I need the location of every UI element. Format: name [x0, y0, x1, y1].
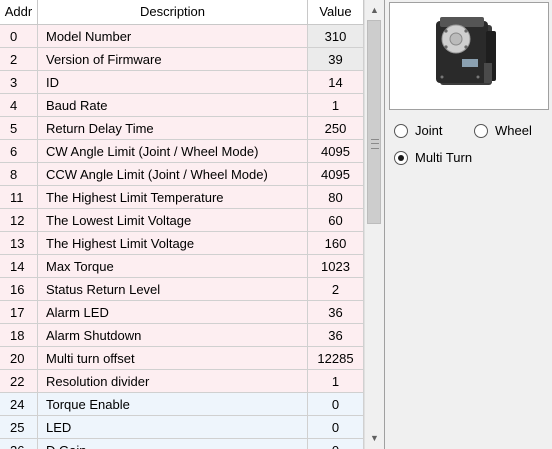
- row-description: Version of Firmware: [38, 48, 308, 71]
- row-description: The Highest Limit Voltage: [38, 232, 308, 255]
- row-value[interactable]: 310: [308, 25, 364, 48]
- row-value[interactable]: 36: [308, 324, 364, 347]
- mode-joint-label: Joint: [415, 123, 443, 138]
- row-addr: 5: [0, 117, 38, 140]
- row-addr: 13: [0, 232, 38, 255]
- row-addr: 12: [0, 209, 38, 232]
- header-description[interactable]: Description: [38, 0, 308, 24]
- table-row[interactable]: 0 Model Number 310: [0, 25, 364, 48]
- row-addr: 18: [0, 324, 38, 347]
- row-description: Return Delay Time: [38, 117, 308, 140]
- row-description: Multi turn offset: [38, 347, 308, 370]
- row-description: Alarm Shutdown: [38, 324, 308, 347]
- row-description: Model Number: [38, 25, 308, 48]
- row-description: The Lowest Limit Voltage: [38, 209, 308, 232]
- mode-joint-radio[interactable]: Joint: [394, 122, 442, 140]
- row-value[interactable]: 2: [308, 278, 364, 301]
- servo-motor-icon: [436, 17, 496, 85]
- row-description: Resolution divider: [38, 370, 308, 393]
- table-row[interactable]: 5 Return Delay Time 250: [0, 117, 364, 140]
- row-description: Alarm LED: [38, 301, 308, 324]
- row-description: ID: [38, 71, 308, 94]
- row-description: Torque Enable: [38, 393, 308, 416]
- row-value[interactable]: 14: [308, 71, 364, 94]
- row-addr: 16: [0, 278, 38, 301]
- mode-multi-turn-radio[interactable]: Multi Turn: [394, 149, 472, 167]
- table-row[interactable]: 17 Alarm LED 36: [0, 301, 364, 324]
- row-value[interactable]: 0: [308, 393, 364, 416]
- row-addr: 14: [0, 255, 38, 278]
- row-addr: 24: [0, 393, 38, 416]
- row-value[interactable]: 12285: [308, 347, 364, 370]
- table-row[interactable]: 16 Status Return Level 2: [0, 278, 364, 301]
- mode-multi-turn-label: Multi Turn: [415, 150, 473, 165]
- row-addr: 26: [0, 439, 38, 449]
- control-table-grid[interactable]: Addr Description Value 0 Model Number 310 2…: [0, 0, 385, 449]
- mode-wheel-label: Wheel: [495, 123, 532, 138]
- row-addr: 11: [0, 186, 38, 209]
- table-row[interactable]: 2 Version of Firmware 39: [0, 48, 364, 71]
- mode-wheel-radio[interactable]: Wheel: [474, 122, 532, 140]
- row-value[interactable]: 160: [308, 232, 364, 255]
- row-description: The Highest Limit Temperature: [38, 186, 308, 209]
- row-addr: 3: [0, 71, 38, 94]
- header-value[interactable]: Value: [308, 0, 364, 24]
- row-addr: 20: [0, 347, 38, 370]
- grip-icon: [371, 139, 379, 149]
- row-addr: 6: [0, 140, 38, 163]
- row-value[interactable]: 60: [308, 209, 364, 232]
- row-value[interactable]: 39: [308, 48, 364, 71]
- row-value[interactable]: 250: [308, 117, 364, 140]
- row-addr: 0: [0, 25, 38, 48]
- row-description: Baud Rate: [38, 94, 308, 117]
- row-value[interactable]: 80: [308, 186, 364, 209]
- table-row[interactable]: 13 The Highest Limit Voltage 160: [0, 232, 364, 255]
- grid-header: Addr Description Value: [0, 0, 364, 25]
- row-description: CW Angle Limit (Joint / Wheel Mode): [38, 140, 308, 163]
- row-value[interactable]: 4095: [308, 163, 364, 186]
- row-value[interactable]: 1023: [308, 255, 364, 278]
- table-row[interactable]: 24 Torque Enable 0: [0, 393, 364, 416]
- scrollbar-thumb[interactable]: [367, 20, 381, 224]
- row-description: D Gain: [38, 439, 308, 449]
- radio-checked-icon: [394, 151, 408, 165]
- table-row[interactable]: 18 Alarm Shutdown 36: [0, 324, 364, 347]
- row-description: LED: [38, 416, 308, 439]
- scroll-down-arrow-icon[interactable]: ▼: [365, 430, 384, 447]
- row-description: CCW Angle Limit (Joint / Wheel Mode): [38, 163, 308, 186]
- row-addr: 22: [0, 370, 38, 393]
- table-row[interactable]: 25 LED 0: [0, 416, 364, 439]
- table-row[interactable]: 8 CCW Angle Limit (Joint / Wheel Mode) 409…: [0, 163, 364, 186]
- table-row[interactable]: 12 The Lowest Limit Voltage 60: [0, 209, 364, 232]
- table-row[interactable]: 6 CW Angle Limit (Joint / Wheel Mode) 4095: [0, 140, 364, 163]
- row-addr: 25: [0, 416, 38, 439]
- row-value[interactable]: 1: [308, 94, 364, 117]
- row-description: Max Torque: [38, 255, 308, 278]
- table-row[interactable]: 14 Max Torque 1023: [0, 255, 364, 278]
- table-row[interactable]: 3 ID 14: [0, 71, 364, 94]
- row-description: Status Return Level: [38, 278, 308, 301]
- row-addr: 2: [0, 48, 38, 71]
- radio-unchecked-icon: [394, 124, 408, 138]
- row-addr: 17: [0, 301, 38, 324]
- table-row[interactable]: 11 The Highest Limit Temperature 80: [0, 186, 364, 209]
- row-value[interactable]: 1: [308, 370, 364, 393]
- row-addr: 8: [0, 163, 38, 186]
- table-row[interactable]: 26D Gain0: [0, 439, 364, 449]
- row-value[interactable]: 0: [308, 439, 364, 449]
- row-value[interactable]: 0: [308, 416, 364, 439]
- scroll-up-arrow-icon[interactable]: ▲: [365, 2, 384, 19]
- table-row[interactable]: 4 Baud Rate 1: [0, 94, 364, 117]
- table-row[interactable]: 20 Multi turn offset 12285: [0, 347, 364, 370]
- row-addr: 4: [0, 94, 38, 117]
- vertical-scrollbar[interactable]: ▲ ▼: [364, 0, 384, 449]
- row-value[interactable]: 4095: [308, 140, 364, 163]
- row-value[interactable]: 36: [308, 301, 364, 324]
- grid-rows: 0 Model Number 310 2 Version of Firmware 39 3 I…: [0, 25, 364, 449]
- device-image-frame: [389, 2, 549, 110]
- radio-unchecked-icon: [474, 124, 488, 138]
- header-addr[interactable]: Addr: [0, 0, 38, 24]
- table-row[interactable]: 22 Resolution divider 1: [0, 370, 364, 393]
